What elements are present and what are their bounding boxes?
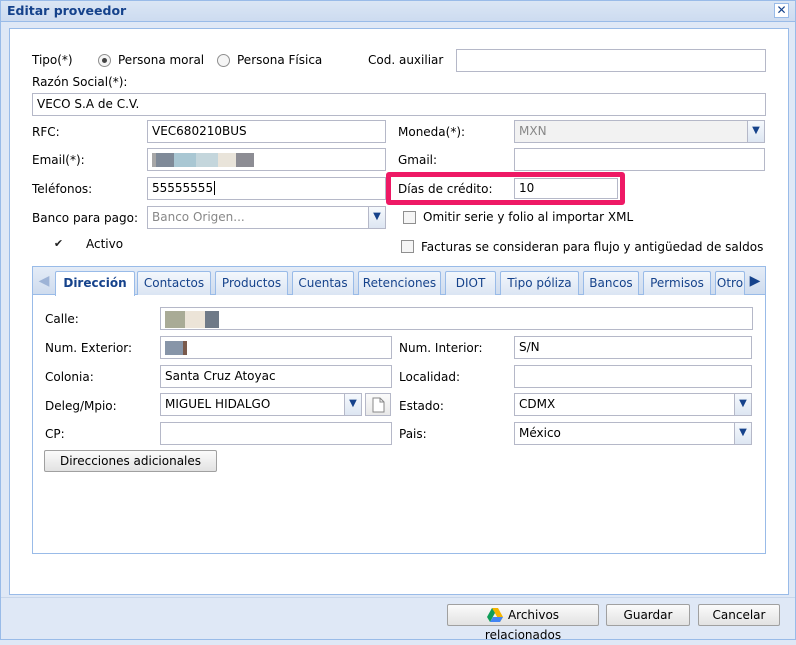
tab-diot[interactable]: DIOT [445,271,496,295]
tab-tipo-poliza[interactable]: Tipo póliza [500,271,579,295]
razon-social-label: Razón Social(*): [32,75,128,89]
persona-fisica-label: Persona Física [237,53,323,67]
num-interior-input[interactable]: S/N [514,336,752,359]
cancelar-button[interactable]: Cancelar [698,604,780,626]
scroll-left-icon[interactable]: ◀ [35,270,53,292]
footer-divider [1,597,795,598]
localidad-input[interactable] [514,365,752,388]
moneda-combo[interactable]: MXN ▼ [514,120,765,143]
tab-strip: ◀ Dirección Contactos Productos Cuentas … [33,267,765,296]
calle-label: Calle: [45,312,79,326]
pais-label: Pais: [399,427,427,441]
banco-label: Banco para pago: [32,211,138,225]
cod-auxiliar-label: Cod. auxiliar [368,53,444,67]
tab-permisos[interactable]: Permisos [643,271,711,295]
radio-persona-moral[interactable] [98,54,111,67]
tab-direccion[interactable]: Dirección [55,271,135,296]
pais-combo[interactable]: México ▼ [514,422,752,445]
rfc-label: RFC: [32,125,60,139]
deleg-value: MIGUEL HIDALGO [165,397,271,411]
num-exterior-input[interactable] [160,336,392,359]
scroll-right-icon[interactable]: ▶ [746,270,764,292]
dias-credito-input[interactable]: 10 [514,178,618,199]
moneda-label: Moneda(*): [398,125,466,139]
tab-retenciones[interactable]: Retenciones [358,271,441,295]
telefonos-value: 55555555 [152,181,214,195]
email-label: Email(*): [32,153,85,167]
omitir-label: Omitir serie y folio al importar XML [423,210,634,224]
chevron-down-icon[interactable]: ▼ [368,207,385,228]
google-drive-icon [486,608,503,622]
chevron-down-icon[interactable]: ▼ [344,394,361,415]
titlebar[interactable]: Editar proveedor ✕ [1,1,795,22]
pais-value: México [519,426,561,440]
rfc-input[interactable]: VEC680210BUS [147,120,386,143]
tab-cuentas[interactable]: Cuentas [292,271,354,295]
colonia-label: Colonia: [45,370,94,384]
activo-label: Activo [86,237,124,251]
facturas-checkbox[interactable] [401,240,414,253]
banco-placeholder: Banco Origen... [152,210,245,224]
cod-auxiliar-input[interactable] [456,49,766,72]
estado-combo[interactable]: CDMX ▼ [514,393,752,416]
omitir-checkbox[interactable] [403,211,416,224]
tab-otro[interactable]: Otro [715,271,745,295]
direcciones-adicionales-button[interactable]: Direcciones adicionales [44,450,217,472]
telefonos-label: Teléfonos: [32,182,93,196]
chevron-down-icon[interactable]: ▼ [734,423,751,444]
cp-input[interactable] [160,422,392,445]
telefonos-input[interactable]: 55555555 [147,177,386,200]
guardar-button[interactable]: Guardar [606,604,690,626]
tab-contactos[interactable]: Contactos [137,271,211,295]
dias-credito-label: Días de crédito: [398,182,493,196]
chevron-down-icon[interactable]: ▼ [747,121,764,142]
document-icon[interactable] [365,393,391,416]
gmail-label: Gmail: [398,153,438,167]
persona-moral-label: Persona moral [118,53,205,67]
banco-combo[interactable]: Banco Origen... ▼ [147,206,386,229]
chevron-down-icon[interactable]: ▼ [734,394,751,415]
tab-productos[interactable]: Productos [215,271,288,295]
window-title: Editar proveedor [7,3,127,18]
estado-label: Estado: [399,399,444,413]
facturas-label: Facturas se consideran para flujo y anti… [421,240,764,254]
archivos-relacionados-button[interactable]: Archivos relacionados [447,604,599,642]
estado-value: CDMX [519,397,556,411]
num-interior-label: Num. Interior: [399,341,483,355]
activo-checkbox[interactable]: ✔ [52,238,65,251]
colonia-input[interactable]: Santa Cruz Atoyac [160,365,392,388]
tab-bancos[interactable]: Bancos [583,271,639,295]
email-input[interactable] [147,148,386,171]
moneda-value: MXN [519,124,547,138]
tipo-label: Tipo(*) [32,53,73,67]
num-exterior-label: Num. Exterior: [45,341,133,355]
radio-persona-fisica[interactable] [217,54,230,67]
gmail-input[interactable] [514,148,765,171]
cp-label: CP: [45,427,65,441]
localidad-label: Localidad: [399,370,461,384]
calle-input[interactable] [160,307,753,330]
deleg-label: Deleg/Mpio: [45,399,117,413]
razon-social-input[interactable]: VECO S.A de C.V. [32,93,766,116]
deleg-combo[interactable]: MIGUEL HIDALGO ▼ [160,393,362,416]
edit-supplier-window: Editar proveedor ✕ Tipo(*) Persona moral… [0,0,796,642]
close-icon[interactable]: ✕ [774,3,789,18]
